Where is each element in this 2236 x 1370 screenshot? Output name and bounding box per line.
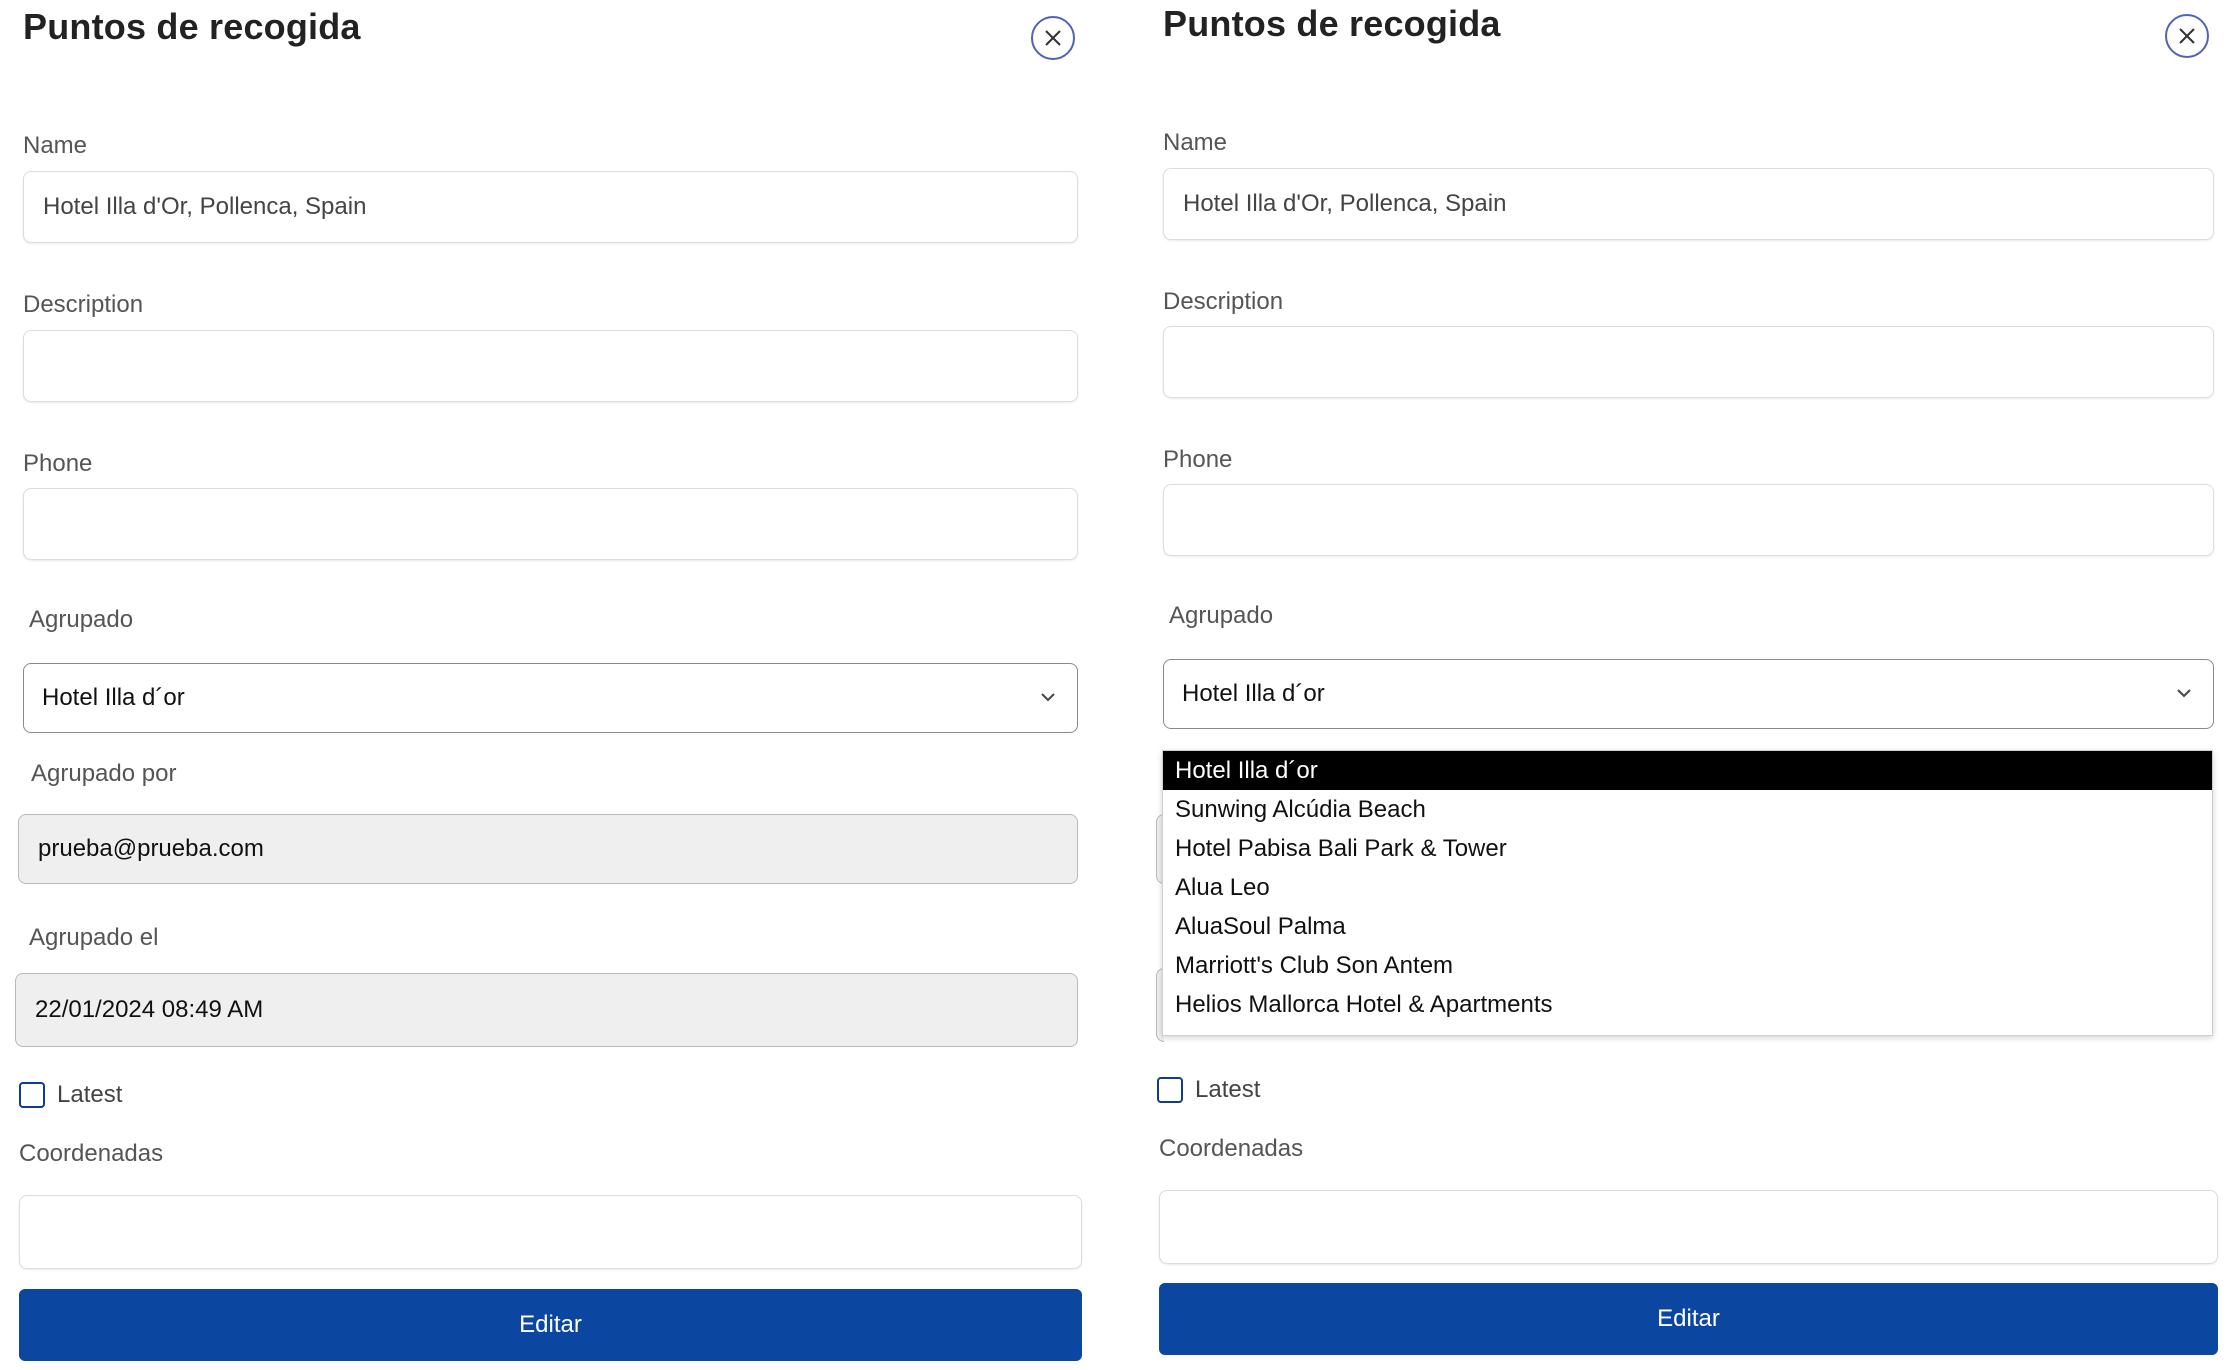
agrupado-select-value: Hotel Illa d´or	[1182, 680, 1325, 707]
phone-input[interactable]	[1163, 484, 2214, 556]
close-icon	[1045, 30, 1061, 46]
dropdown-option[interactable]: AluaSoul Palma	[1163, 907, 2212, 946]
editar-button[interactable]: Editar	[19, 1289, 1082, 1361]
close-button[interactable]	[1031, 16, 1075, 60]
editar-button-label: Editar	[1657, 1305, 1720, 1332]
coordenadas-label: Coordenadas	[19, 1140, 164, 1167]
description-label: Description	[1163, 288, 1284, 315]
chevron-down-icon	[1041, 693, 1055, 702]
dropdown-option[interactable]: Helios Mallorca Hotel & Apartments	[1163, 985, 2212, 1024]
description-label: Description	[23, 291, 144, 318]
agrupado-select[interactable]: Hotel Illa d´or	[23, 663, 1078, 733]
agrupado-por-value: prueba@prueba.com	[38, 835, 264, 862]
name-input[interactable]: Hotel Illa d'Or, Pollenca, Spain	[23, 171, 1078, 243]
agrupado-por-label: Agrupado por	[31, 760, 177, 787]
latest-label: Latest	[1195, 1076, 1261, 1103]
agrupado-por-field: prueba@prueba.com	[18, 814, 1078, 884]
agrupado-dropdown-list[interactable]: Hotel Illa d´or Sunwing Alcúdia Beach Ho…	[1162, 750, 2213, 1036]
name-label: Name	[1163, 129, 1228, 156]
dropdown-option[interactable]: Marriott's Club Son Antem	[1163, 946, 2212, 985]
name-input-value: Hotel Illa d'Or, Pollenca, Spain	[43, 193, 367, 220]
latest-checkbox[interactable]	[19, 1082, 45, 1108]
phone-label: Phone	[1163, 446, 1233, 473]
name-input-value: Hotel Illa d'Or, Pollenca, Spain	[1183, 190, 1507, 217]
agrupado-select-value: Hotel Illa d´or	[42, 684, 185, 711]
agrupado-label: Agrupado	[1169, 602, 1274, 629]
close-icon	[2179, 28, 2195, 44]
name-label: Name	[23, 132, 88, 159]
name-input[interactable]: Hotel Illa d'Or, Pollenca, Spain	[1163, 168, 2214, 240]
page-title: Puntos de recogida	[23, 6, 361, 47]
screenshot-stage: Puntos de recogida Name Hotel Illa d'Or,…	[0, 0, 2236, 1370]
editar-button[interactable]: Editar	[1159, 1283, 2218, 1355]
description-input[interactable]	[23, 330, 1078, 402]
chevron-down-icon	[2177, 689, 2191, 698]
dropdown-option[interactable]: Hotel Pabisa Bali Park & Tower	[1163, 829, 2212, 868]
editar-button-label: Editar	[519, 1311, 582, 1338]
pickup-point-form-right: Puntos de recogida Name Hotel Illa d'Or,…	[1140, 0, 2236, 1370]
dropdown-option[interactable]: Alua Leo	[1163, 868, 2212, 907]
phone-input[interactable]	[23, 488, 1078, 560]
dropdown-option[interactable]: Hotel Illa d´or	[1163, 751, 2212, 790]
agrupado-el-value: 22/01/2024 08:49 AM	[35, 996, 264, 1023]
pickup-point-form-left: Puntos de recogida Name Hotel Illa d'Or,…	[0, 0, 1100, 1370]
description-input[interactable]	[1163, 326, 2214, 398]
agrupado-label: Agrupado	[29, 606, 134, 633]
agrupado-el-label: Agrupado el	[29, 924, 159, 951]
close-button[interactable]	[2165, 14, 2209, 58]
dropdown-option[interactable]: Sunwing Alcúdia Beach	[1163, 790, 2212, 829]
phone-label: Phone	[23, 450, 93, 477]
latest-checkbox[interactable]	[1157, 1077, 1183, 1103]
agrupado-select[interactable]: Hotel Illa d´or	[1163, 659, 2214, 729]
page-title: Puntos de recogida	[1163, 3, 1501, 44]
latest-label: Latest	[57, 1081, 123, 1108]
coordenadas-label: Coordenadas	[1159, 1135, 1304, 1162]
agrupado-el-field: 22/01/2024 08:49 AM	[15, 973, 1078, 1047]
coordenadas-input[interactable]	[1159, 1190, 2218, 1264]
coordenadas-input[interactable]	[19, 1195, 1082, 1269]
